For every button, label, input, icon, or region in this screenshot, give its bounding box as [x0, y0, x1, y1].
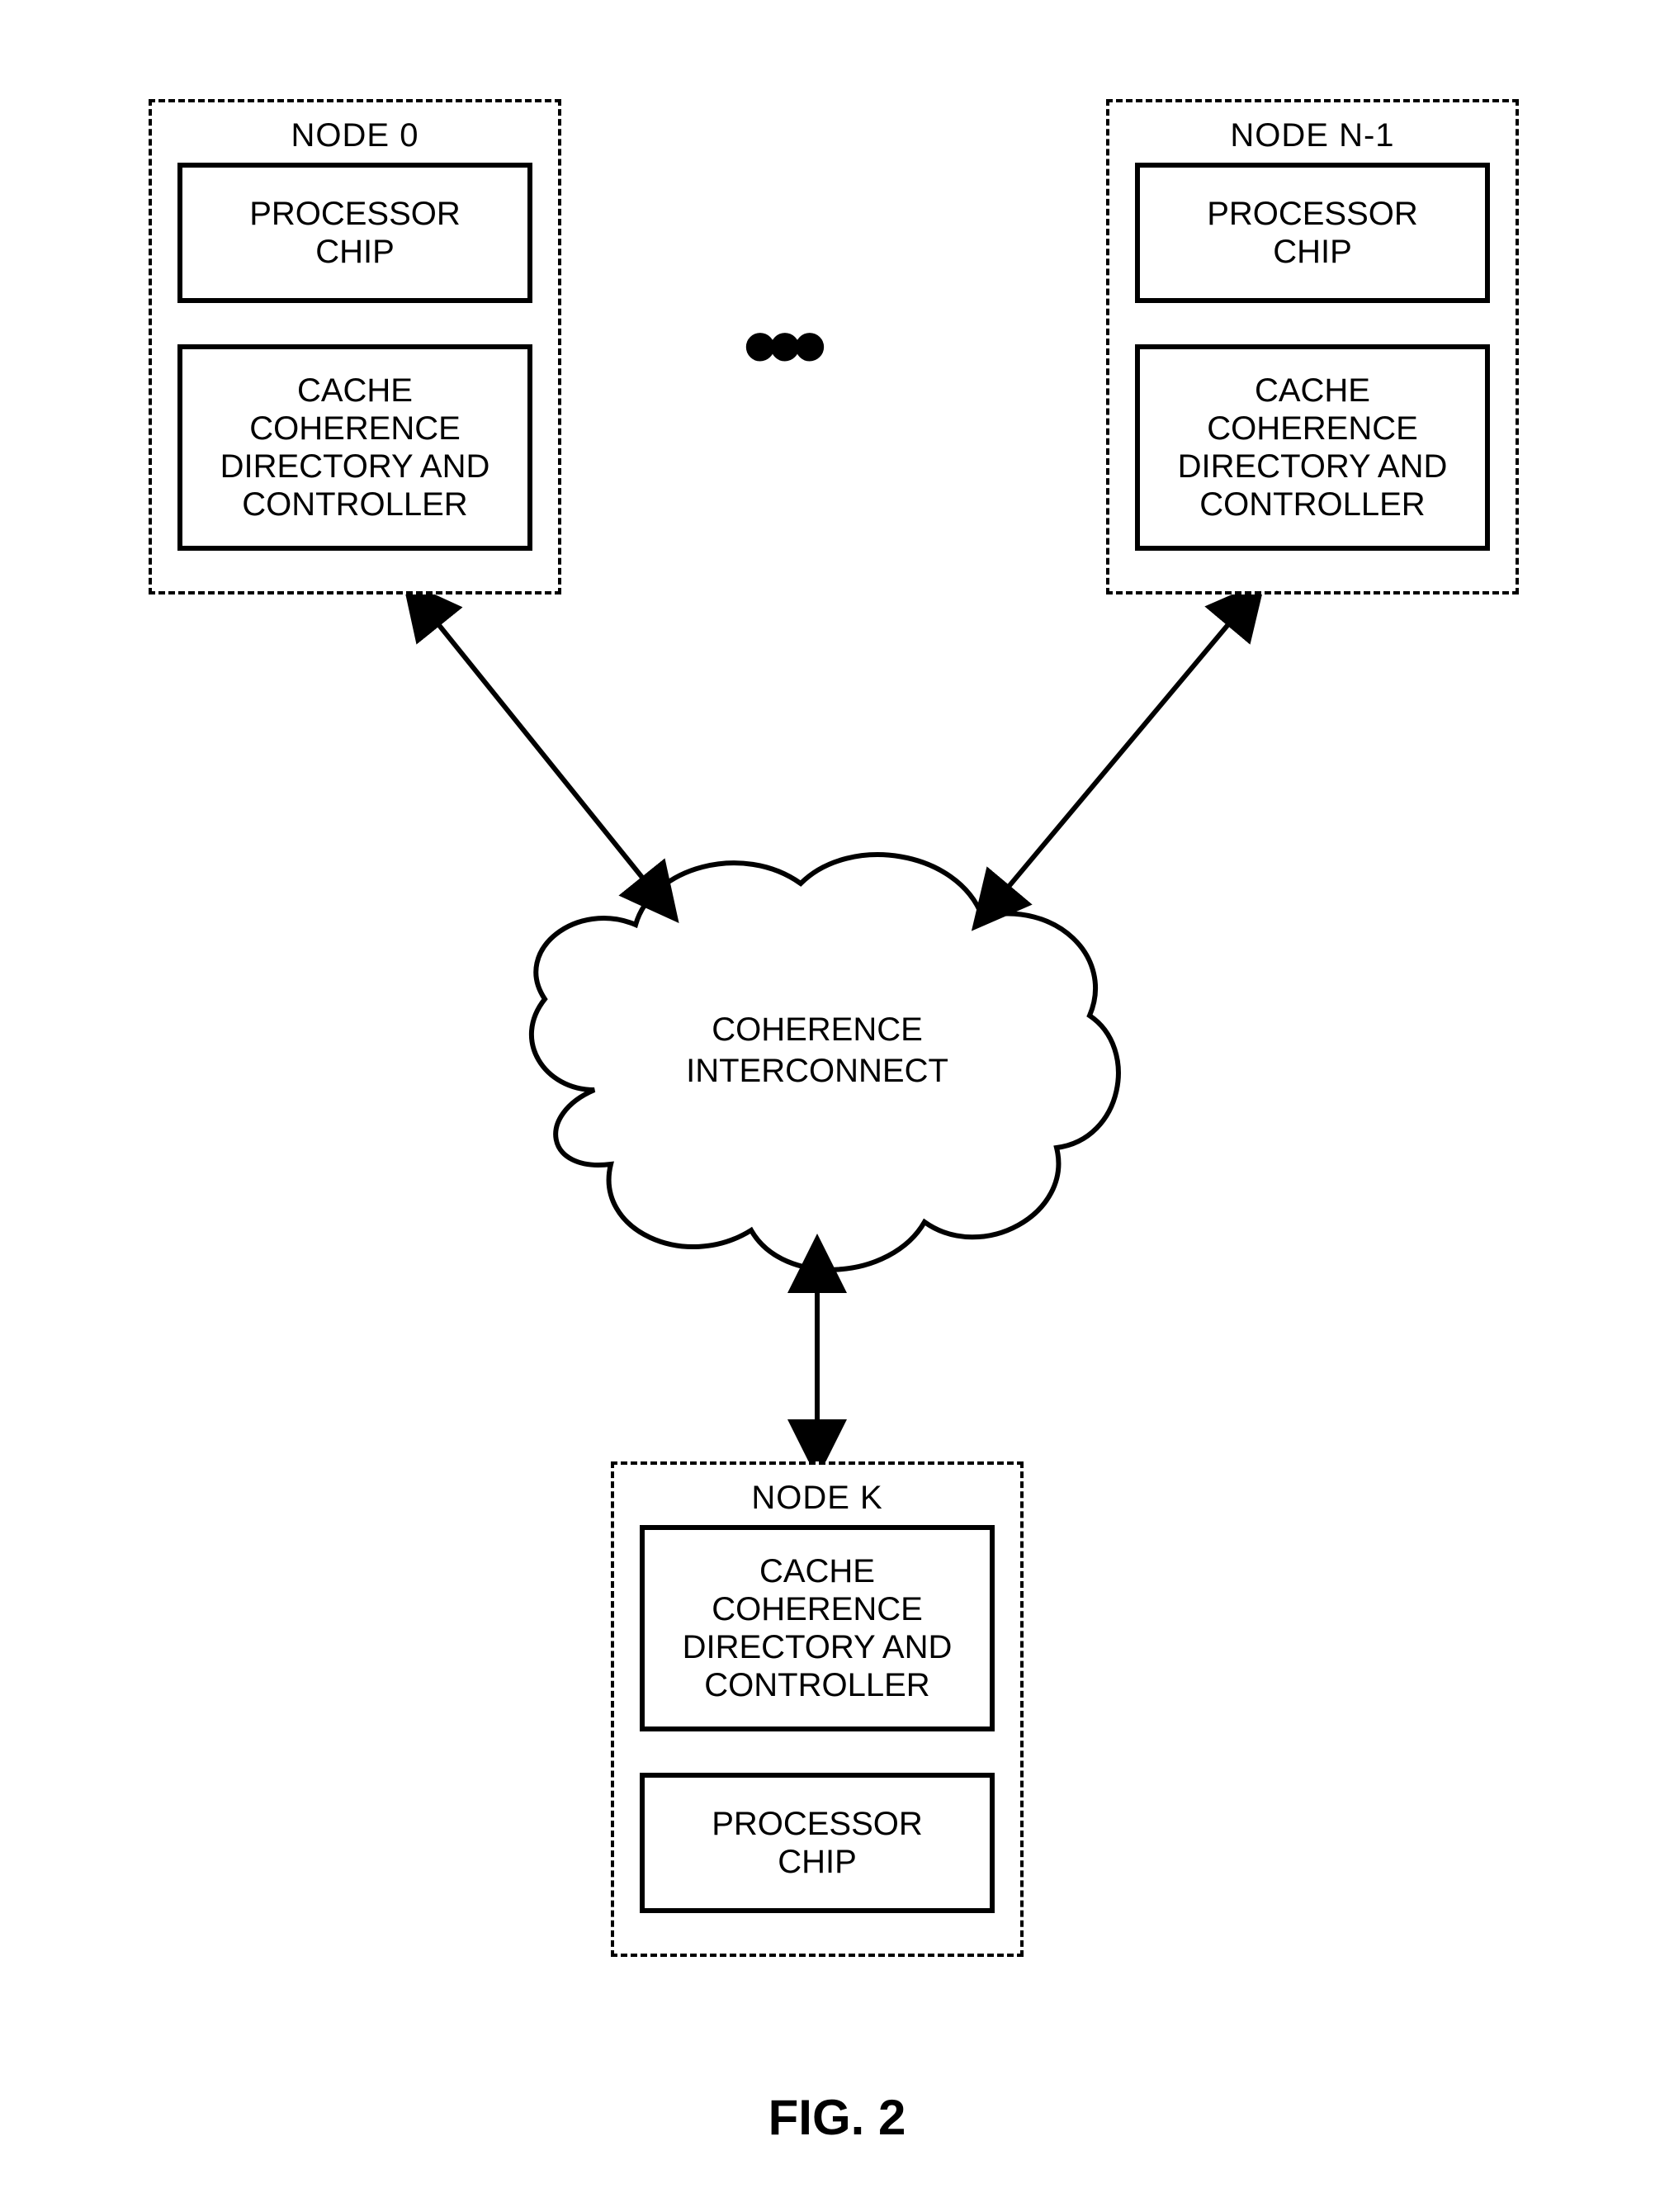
ellipsis-dots: ••• [743, 289, 817, 403]
node-0-processor-chip: PROCESSOR CHIP [177, 163, 532, 303]
node-k-title: NODE K [614, 1480, 1020, 1517]
node-n1-cache-coherence: CACHE COHERENCE DIRECTORY AND CONTROLLER [1135, 344, 1490, 551]
diagram-page: COHERENCE INTERCONNECT NODE 0 PROCESSOR … [0, 0, 1674, 2212]
arrow-nodeN1-cloud [991, 603, 1246, 908]
node-n1-processor-chip: PROCESSOR CHIP [1135, 163, 1490, 303]
cloud-label-2: INTERCONNECT [686, 1053, 948, 1089]
node-k: NODE K CACHE COHERENCE DIRECTORY AND CON… [611, 1461, 1024, 1957]
node-0: NODE 0 PROCESSOR CHIP CACHE COHERENCE DI… [149, 99, 561, 594]
node-0-title: NODE 0 [152, 117, 558, 154]
cloud-label-1: COHERENCE [712, 1011, 923, 1048]
node-k-cache-coherence: CACHE COHERENCE DIRECTORY AND CONTROLLER [640, 1525, 995, 1731]
figure-label: FIG. 2 [0, 2089, 1674, 2146]
arrow-node0-cloud [421, 603, 660, 900]
node-k-processor-chip: PROCESSOR CHIP [640, 1773, 995, 1913]
node-n1-title: NODE N-1 [1109, 117, 1516, 154]
node-n-1: NODE N-1 PROCESSOR CHIP CACHE COHERENCE … [1106, 99, 1519, 594]
cloud-interconnect: COHERENCE INTERCONNECT [532, 855, 1118, 1270]
node-0-cache-coherence: CACHE COHERENCE DIRECTORY AND CONTROLLER [177, 344, 532, 551]
